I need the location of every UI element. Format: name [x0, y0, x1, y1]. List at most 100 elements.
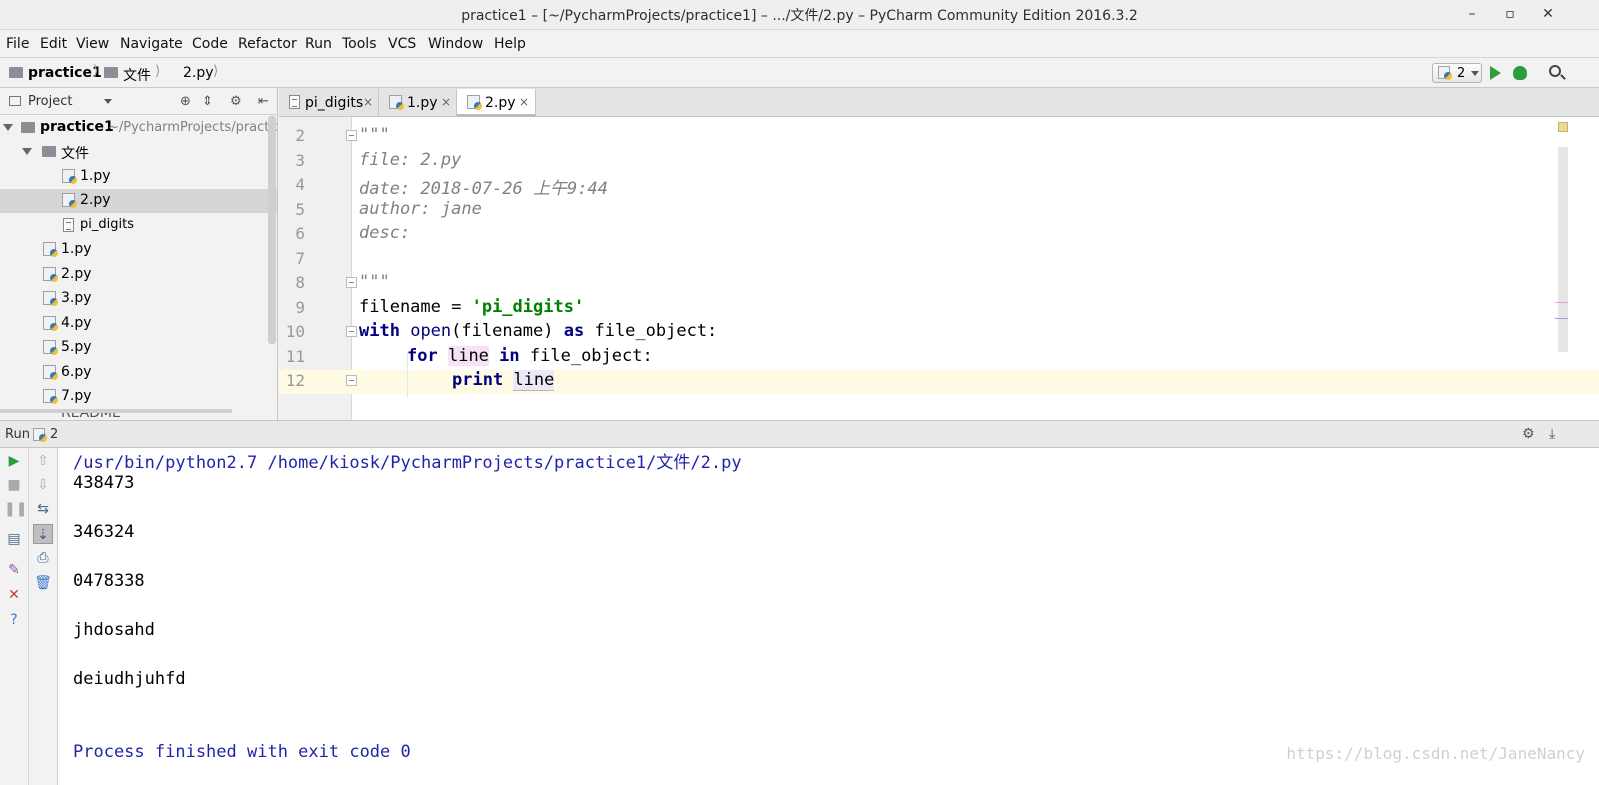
- locate-icon[interactable]: ⊕: [180, 94, 191, 109]
- fold-marker-icon[interactable]: [346, 326, 357, 337]
- hide-panel-icon[interactable]: ⤓: [1549, 426, 1555, 442]
- fold-marker-icon[interactable]: [346, 277, 357, 288]
- folder-icon: [104, 67, 118, 78]
- print-icon[interactable]: ⎙: [33, 548, 53, 568]
- pause-icon[interactable]: ❚❚: [4, 499, 27, 519]
- close-icon[interactable]: ×: [519, 95, 529, 109]
- expand-arrow-icon[interactable]: [3, 124, 13, 131]
- run-configuration-select[interactable]: 2: [1432, 63, 1482, 83]
- breadcrumb-folder[interactable]: 文件: [123, 65, 151, 85]
- scroll-to-end-icon[interactable]: ⇣: [33, 524, 53, 544]
- python-file-icon: [43, 291, 58, 306]
- tab-1-py[interactable]: 1.py ×: [379, 89, 457, 117]
- tree-item-file[interactable]: 1.py: [0, 165, 277, 189]
- code-token: (filename): [451, 321, 564, 341]
- tree-item-project-root[interactable]: practice1 ~/PycharmProjects/practic: [0, 116, 277, 140]
- python-file-icon: [43, 267, 58, 282]
- run-icon[interactable]: [1490, 66, 1501, 80]
- tree-item-file[interactable]: 1.py: [0, 238, 277, 262]
- gear-icon[interactable]: ⚙: [230, 94, 242, 109]
- horizontal-scrollbar[interactable]: [0, 409, 232, 413]
- menu-edit[interactable]: Edit: [40, 36, 67, 52]
- menu-help[interactable]: Help: [494, 36, 526, 52]
- title-bar: practice1 – [~/PycharmProjects/practice1…: [0, 0, 1599, 30]
- code-line: """: [359, 125, 390, 145]
- menu-vcs[interactable]: VCS: [388, 36, 416, 52]
- restore-layout-icon[interactable]: ▤: [4, 529, 24, 549]
- line-number: 10: [285, 322, 305, 341]
- hide-panel-icon[interactable]: ⇤: [258, 94, 269, 109]
- tree-item-file[interactable]: 2.py: [0, 263, 277, 287]
- chevron-right-icon: ⟩: [93, 63, 99, 79]
- tab-pi-digits[interactable]: pi_digits ×: [279, 89, 379, 117]
- menu-run[interactable]: Run: [305, 36, 332, 52]
- python-file-icon: [62, 169, 77, 184]
- editor-scrollbar[interactable]: [1558, 147, 1568, 352]
- project-view-selector[interactable]: Project: [28, 94, 72, 109]
- gear-icon[interactable]: ⚙: [1522, 426, 1535, 442]
- vertical-scrollbar[interactable]: [268, 116, 276, 344]
- fold-marker-icon[interactable]: [346, 375, 357, 386]
- trash-icon[interactable]: 🗑: [33, 573, 53, 593]
- console-output[interactable]: /usr/bin/python2.7 /home/kiosk/PycharmPr…: [58, 448, 1599, 785]
- run-configuration-label: 2: [1457, 66, 1466, 81]
- menu-window[interactable]: Window: [428, 36, 483, 52]
- close-icon[interactable]: ×: [441, 95, 451, 109]
- tree-item-label: practice1: [40, 119, 114, 135]
- console-line: deiudhjuhfd: [73, 669, 186, 689]
- tree-item-file[interactable]: 5.py: [0, 336, 277, 360]
- line-number: 4: [295, 175, 305, 194]
- python-file-icon: [43, 242, 58, 257]
- arrow-up-icon[interactable]: ⇧: [33, 451, 53, 471]
- menu-tools[interactable]: Tools: [342, 36, 377, 52]
- tree-item-file[interactable]: pi_digits: [0, 214, 277, 238]
- arrow-down-icon[interactable]: ⇩: [33, 475, 53, 495]
- run-panel-header: Run 2 ⚙ ⤓: [0, 420, 1599, 448]
- project-view-icon: [9, 96, 21, 106]
- pin-icon[interactable]: ✎: [4, 560, 24, 580]
- tree-item-label: 7.py: [61, 388, 92, 404]
- text-file-icon: [63, 218, 74, 232]
- close-icon[interactable]: ×: [363, 95, 373, 109]
- inspection-status-icon[interactable]: [1558, 122, 1568, 132]
- debug-icon[interactable]: [1513, 66, 1527, 80]
- project-panel-header: Project ⊕ ⇕ ⚙ ⇤: [0, 88, 278, 115]
- maximize-button[interactable]: ▫: [1497, 4, 1523, 24]
- close-icon[interactable]: ✕: [4, 585, 24, 605]
- console-command: /usr/bin/python2.7 /home/kiosk/PycharmPr…: [73, 453, 742, 473]
- code-line: author: jane: [359, 199, 482, 219]
- menu-refactor[interactable]: Refactor: [238, 36, 297, 52]
- tree-item-folder[interactable]: 文件: [0, 140, 277, 164]
- code-line: desc:: [359, 223, 411, 243]
- chevron-down-icon[interactable]: [104, 99, 112, 104]
- fold-marker-icon[interactable]: [346, 130, 357, 141]
- search-icon[interactable]: [1549, 65, 1561, 77]
- error-stripe-mark[interactable]: [1555, 302, 1568, 303]
- expand-arrow-icon[interactable]: [22, 148, 32, 155]
- rerun-icon[interactable]: ▶: [4, 451, 24, 471]
- code-keyword: in: [499, 346, 520, 366]
- breadcrumb-file[interactable]: 2.py: [183, 65, 214, 81]
- tab-2-py[interactable]: 2.py ×: [457, 89, 536, 117]
- collapse-all-icon[interactable]: ⇕: [202, 94, 213, 109]
- menu-navigate[interactable]: Navigate: [120, 36, 183, 52]
- error-stripe-mark[interactable]: [1555, 318, 1568, 319]
- code-editor[interactable]: 2 3 4 5 6 7 8 9 10 11 12 """ file: 2.py …: [279, 117, 1599, 420]
- stop-icon[interactable]: ■: [4, 475, 24, 495]
- tree-item-file[interactable]: 6.py: [0, 361, 277, 385]
- watermark: https://blog.csdn.net/JaneNancy: [1286, 744, 1585, 763]
- python-file-icon: [389, 95, 404, 110]
- menu-code[interactable]: Code: [192, 36, 228, 52]
- close-button[interactable]: ✕: [1535, 4, 1561, 24]
- breadcrumb-project[interactable]: practice1: [28, 65, 102, 81]
- menu-file[interactable]: File: [6, 36, 29, 52]
- tree-item-file[interactable]: 3.py: [0, 287, 277, 311]
- menu-view[interactable]: View: [76, 36, 109, 52]
- tab-label: 1.py: [407, 95, 438, 111]
- help-icon[interactable]: ?: [4, 610, 24, 630]
- tree-item-file-selected[interactable]: 2.py: [0, 189, 277, 213]
- tree-item-file[interactable]: 7.py: [0, 385, 277, 409]
- tree-item-file[interactable]: 4.py: [0, 312, 277, 336]
- soft-wrap-icon[interactable]: ⇆: [33, 499, 53, 519]
- minimize-button[interactable]: –: [1459, 4, 1485, 24]
